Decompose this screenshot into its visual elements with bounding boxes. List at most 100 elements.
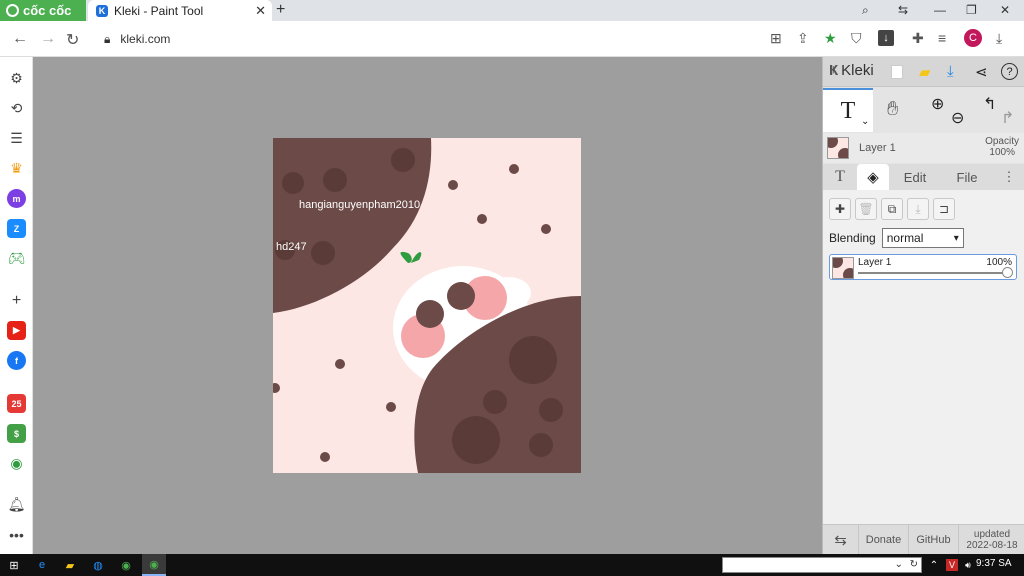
location-icon[interactable]: ◉ <box>7 454 26 473</box>
canvas-workspace[interactable]: hangianguyenpham2010 hd247 <box>33 57 822 554</box>
kleki-logo[interactable]: Ҝ Kleki <box>829 62 874 79</box>
restore-icon[interactable]: ❐ <box>966 3 977 17</box>
chevron-down-icon: ⌄ <box>894 559 903 570</box>
add-shortcut-icon[interactable]: + <box>7 291 26 310</box>
windows-start-icon[interactable]: ⊞ <box>6 557 22 573</box>
layers-icon: ◈ <box>867 169 879 186</box>
zoom-in-icon[interactable]: ⊕ <box>931 94 944 114</box>
youtube-icon[interactable]: ▶ <box>7 321 26 340</box>
tab-edit[interactable]: Edit <box>893 164 937 190</box>
tab-close-icon[interactable]: ✕ <box>255 3 266 19</box>
zoom-out-icon[interactable]: ⊖ <box>951 108 964 128</box>
tab-tool-settings[interactable]: T <box>827 164 853 190</box>
coccoc-menu-button[interactable]: cốc cốc <box>0 0 86 21</box>
tray-chevron-icon[interactable]: ⌃ <box>926 557 942 573</box>
chevron-down-icon: ▾ <box>953 232 959 244</box>
settings-icon[interactable]: ⚙ <box>7 69 26 88</box>
donate-link[interactable]: Donate <box>859 525 909 555</box>
game-controller-icon[interactable]: 🎮︎ <box>7 249 26 268</box>
notes-icon[interactable]: ☰ <box>7 129 26 148</box>
swap-side-icon[interactable]: ⇆ <box>823 525 859 555</box>
file-explorer-icon[interactable]: ▰ <box>62 557 78 573</box>
zalo-icon[interactable]: Z <box>7 219 26 238</box>
coccoc-active-taskbar-icon[interactable]: ◉ <box>142 554 166 576</box>
blending-select[interactable]: normal ▾ <box>881 228 964 248</box>
bookmark-star-icon[interactable]: ★ <box>824 30 837 47</box>
more-options-icon[interactable]: ⋮ <box>1001 164 1017 190</box>
history-icon[interactable]: ⟲ <box>7 99 26 118</box>
updated-info[interactable]: updated 2022-08-18 <box>959 525 1024 555</box>
duplicate-layer-icon[interactable]: ⧉ <box>881 198 903 220</box>
tab-title: Kleki - Paint Tool <box>114 3 204 18</box>
tray-app-icon[interactable]: V <box>946 559 958 571</box>
help-icon[interactable]: ? <box>1001 63 1018 80</box>
window-close-icon[interactable]: ✕ <box>1000 3 1010 17</box>
canvas-text-username: hangianguyenpham2010 <box>299 199 421 211</box>
open-folder-icon[interactable]: ▰ <box>919 63 931 81</box>
browser-sidebar: ⚙ ⟲ ☰ ♛ m Z 🎮︎ + ▶ f 25 $ ◉ 🔔︎ ••• <box>0 57 33 554</box>
crown-icon[interactable]: ♛ <box>7 159 26 178</box>
coccoc-taskbar-icon[interactable]: ◉ <box>118 557 134 573</box>
save-video-icon[interactable]: ↓ <box>878 30 894 46</box>
url-text: kleki.com <box>120 32 171 46</box>
share-icon[interactable]: ⇪ <box>797 30 809 47</box>
taskbar-search-field[interactable]: ⌄ ↻ <box>722 557 922 573</box>
updated-label: updated <box>973 529 1011 540</box>
shield-icon[interactable]: ⛉ <box>851 30 862 47</box>
reload-icon[interactable]: ↻ <box>66 30 79 50</box>
rename-layer-icon[interactable]: ⊐ <box>933 198 955 220</box>
back-icon[interactable]: ← <box>12 30 28 48</box>
url-field[interactable]: 🔒︎ kleki.com <box>96 27 766 51</box>
chevron-down-icon[interactable]: ⌄ <box>861 116 869 127</box>
kleki-favicon-icon: K <box>96 4 108 17</box>
share-icon-panel[interactable]: ⋖ <box>975 63 988 81</box>
text-tool-button[interactable]: T ⌄ <box>823 88 873 132</box>
delete-layer-icon[interactable]: 🗑︎ <box>855 198 877 220</box>
translate-icon[interactable]: ⊞ <box>770 30 782 47</box>
new-tab-button[interactable]: + <box>276 1 285 19</box>
new-image-icon[interactable] <box>891 65 903 79</box>
opacity-slider[interactable] <box>858 267 1013 278</box>
blending-control: Blending normal ▾ <box>829 228 964 248</box>
panel-footer: ⇆ Donate GitHub updated 2022-08-18 <box>823 524 1024 555</box>
address-bar: ← → ↻ 🔒︎ kleki.com ⊞ ⇪ ★ ⛉ ↓ ✚ ≡ C ⤓ <box>0 21 1024 57</box>
minimize-icon[interactable]: — <box>934 3 946 17</box>
reading-list-icon[interactable]: ≡ <box>938 30 946 46</box>
volume-icon[interactable]: 🔊︎ <box>960 557 976 573</box>
refresh-icon[interactable]: ↻ <box>910 559 918 570</box>
profile-avatar[interactable]: C <box>964 29 982 47</box>
layer-item-thumbnail <box>832 257 854 279</box>
edge-icon[interactable]: e <box>34 557 50 573</box>
zalo-taskbar-icon[interactable]: ◍ <box>90 557 106 573</box>
layer-thumbnail <box>827 137 849 159</box>
drawing-canvas[interactable]: hangianguyenpham2010 hd247 <box>273 138 581 473</box>
gift-icon[interactable]: $ <box>7 424 26 443</box>
github-link[interactable]: GitHub <box>909 525 959 555</box>
kleki-panel: Ҝ Kleki ▰ ⤓ ⋖ ? T ⌄ ✋︎ ⊕ ⊖ ↰ ↱ Layer 1 O… <box>822 57 1024 555</box>
more-icon[interactable]: ••• <box>7 525 26 544</box>
merge-down-icon[interactable]: ⤓ <box>907 198 929 220</box>
tab-bar: cốc cốc K Kleki - Paint Tool ✕ + ⌕ ⇆ — ❐… <box>0 0 1024 21</box>
tab-file[interactable]: File <box>945 164 989 190</box>
clock[interactable]: 9:37 SA <box>976 558 1012 569</box>
tab-search-icon[interactable]: ⌕ <box>862 3 869 18</box>
facebook-icon[interactable]: f <box>7 351 26 370</box>
notifications-bell-icon[interactable]: 🔔︎ <box>7 495 26 514</box>
messenger-icon[interactable]: m <box>7 189 26 208</box>
shopping-icon[interactable]: 25 <box>7 394 26 413</box>
brand-label: cốc cốc <box>23 3 72 18</box>
undo-icon[interactable]: ↰ <box>983 94 996 114</box>
extensions-icon[interactable]: ✚ <box>912 30 924 47</box>
download-icon[interactable]: ⤓ <box>947 63 954 80</box>
tab-layers[interactable]: ◈ <box>857 164 889 190</box>
opacity-slider-knob[interactable] <box>1002 267 1013 278</box>
tab-kleki[interactable]: K Kleki - Paint Tool ✕ <box>88 0 272 21</box>
blending-label: Blending <box>829 231 876 245</box>
forward-icon[interactable]: → <box>40 30 56 48</box>
sync-icon[interactable]: ⇆ <box>898 3 908 17</box>
layer-item[interactable]: Layer 1 100% <box>829 254 1017 280</box>
add-layer-icon[interactable]: ✚ <box>829 198 851 220</box>
redo-icon[interactable]: ↱ <box>1001 108 1014 128</box>
downloads-icon[interactable]: ⤓ <box>996 30 1002 47</box>
hand-tool-icon[interactable]: ✋︎ <box>887 98 898 121</box>
